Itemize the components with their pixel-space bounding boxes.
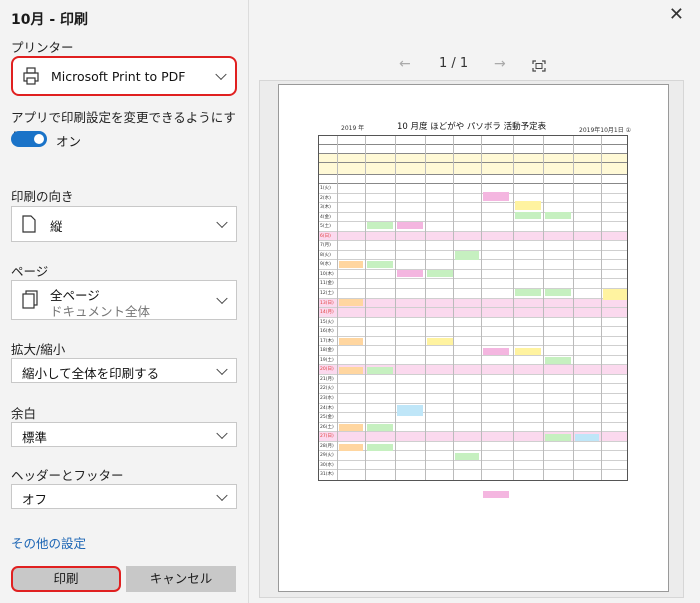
print-button[interactable]: 印刷 [11,566,121,592]
chevron-down-icon [216,489,228,501]
app-settings-toggle[interactable] [11,131,47,147]
portrait-page-icon [22,215,36,237]
page-indicator: 1 / 1 [439,56,469,71]
orientation-select[interactable]: 縦 [11,206,237,242]
pages-select[interactable]: 全ページ ドキュメント全体 [11,280,237,320]
close-icon[interactable]: ✕ [669,4,684,25]
printer-select[interactable]: Microsoft Print to PDF [11,56,237,96]
preview-frame: 2019 年 10 月度 ほどがや パソボラ 活動予定表 2019年10月1日 … [259,80,684,598]
chevron-down-icon [216,292,228,305]
doc-title: 10 月度 ほどがや パソボラ 活動予定表 [397,122,547,132]
preview-panel: ✕ ← 1 / 1 → 2019 年 10 月度 ほどがや パソボラ 活動予定表… [249,0,700,603]
cancel-button[interactable]: キャンセル [126,566,236,592]
chevron-down-icon [215,68,227,81]
chevron-down-icon [216,363,228,375]
header-footer-label: ヘッダーとフッター [11,468,124,483]
scale-select[interactable]: 縮小して全体を印刷する [11,358,237,383]
chevron-down-icon [216,427,228,439]
pages-icon [22,290,38,314]
prev-page-icon[interactable]: ← [399,56,411,72]
header-footer-select[interactable]: オフ [11,484,237,509]
pages-subtext: ドキュメント全体 [50,304,151,319]
preview-page: 2019 年 10 月度 ほどがや パソボラ 活動予定表 2019年10月1日 … [278,84,669,592]
pages-label: ページ [11,264,49,279]
printer-icon [23,67,39,85]
dialog-title: 10月 - 印刷 [11,12,89,28]
margins-label: 余白 [11,406,37,421]
doc-date: 2019年10月1日 ① [579,127,632,134]
more-settings-link[interactable]: その他の設定 [11,533,86,552]
printer-value: Microsoft Print to PDF [51,69,186,84]
chevron-down-icon [216,216,228,229]
header-footer-value: オフ [22,492,48,507]
margins-value: 標準 [22,430,48,445]
schedule-grid: 1(火) 2(水) 3(木) 4(金) 5(土) 6(日) 7(月) 8(火) … [318,135,628,498]
printer-label: プリンター [11,40,74,55]
scale-value: 縮小して全体を印刷する [22,366,160,381]
orientation-value: 縦 [50,219,63,234]
settings-panel: 10月 - 印刷 プリンター Microsoft Print to PDF アプ… [0,0,248,603]
scale-label: 拡大/縮小 [11,342,66,357]
toggle-state-label: オン [56,134,82,149]
orientation-label: 印刷の向き [11,189,74,204]
fit-page-icon[interactable] [532,57,546,76]
next-page-icon[interactable]: → [494,56,506,72]
margins-select[interactable]: 標準 [11,422,237,447]
doc-year: 2019 年 [341,125,365,132]
